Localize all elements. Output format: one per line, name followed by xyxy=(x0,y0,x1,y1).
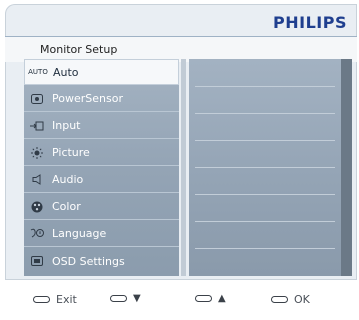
menu-item-auto[interactable]: AUTO Auto xyxy=(24,59,179,85)
menu-item-audio[interactable]: Audio xyxy=(24,167,179,193)
ok-label: OK xyxy=(294,293,310,306)
control-bar: Exit ▼ ▲ OK xyxy=(0,293,359,313)
exit-label: Exit xyxy=(56,293,77,306)
speaker-icon xyxy=(24,174,50,185)
submenu-divider xyxy=(195,140,335,141)
submenu-divider xyxy=(195,194,335,195)
menu-item-powersensor[interactable]: PowerSensor xyxy=(24,86,179,112)
menu-item-label: Audio xyxy=(52,173,84,186)
language-icon xyxy=(24,228,50,239)
up-arrow-label: ▲ xyxy=(218,293,226,304)
menu-item-label: Input xyxy=(52,119,81,132)
page-title: Monitor Setup xyxy=(40,43,118,56)
button-pill-icon xyxy=(195,295,212,302)
menu-item-label: Picture xyxy=(52,146,90,159)
up-control[interactable]: ▲ xyxy=(195,293,226,304)
menu-item-label: Language xyxy=(52,227,107,240)
button-pill-icon xyxy=(33,296,50,303)
menu-scrollbar[interactable] xyxy=(181,59,186,276)
menu-item-osd-settings[interactable]: OSD Settings xyxy=(24,248,179,274)
osd-settings-icon xyxy=(24,256,50,266)
exit-control[interactable]: Exit xyxy=(33,293,77,306)
menu-item-label: OSD Settings xyxy=(52,254,125,268)
auto-icon: AUTO xyxy=(28,68,48,76)
menu-item-input[interactable]: Input xyxy=(24,113,179,139)
picture-icon xyxy=(24,146,50,159)
down-arrow-label: ▼ xyxy=(133,293,141,304)
philips-logo: PHILIPS xyxy=(273,13,347,32)
submenu-divider xyxy=(195,221,335,222)
menu-item-picture[interactable]: Picture xyxy=(24,140,179,166)
ok-control[interactable]: OK xyxy=(271,293,310,306)
submenu-divider xyxy=(195,113,335,114)
down-control[interactable]: ▼ xyxy=(110,293,141,304)
color-palette-icon xyxy=(24,201,50,213)
input-icon xyxy=(24,121,50,131)
menu-item-language[interactable]: Language xyxy=(24,221,179,247)
submenu-divider xyxy=(195,167,335,168)
menu-item-color[interactable]: Color xyxy=(24,194,179,220)
submenu-divider xyxy=(195,248,335,249)
button-pill-icon xyxy=(110,295,127,302)
detail-panel-edge xyxy=(341,59,352,276)
submenu-divider xyxy=(195,86,335,87)
menu-item-label: PowerSensor xyxy=(52,92,123,105)
powersensor-icon xyxy=(24,93,50,104)
submenu-panel xyxy=(189,59,341,276)
menu-item-label: Color xyxy=(52,200,81,213)
menu-item-label: Auto xyxy=(53,65,79,79)
button-pill-icon xyxy=(271,296,288,303)
main-menu: AUTO Auto PowerSensor Input Picture Audi… xyxy=(24,59,179,276)
